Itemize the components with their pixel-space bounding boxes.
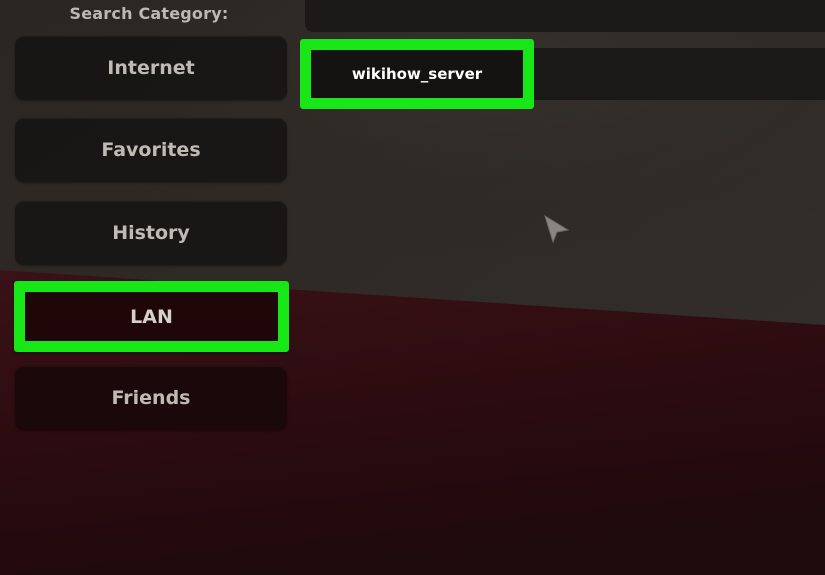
category-lan-button[interactable]: LAN	[14, 281, 289, 352]
category-internet-button[interactable]: Internet	[15, 36, 287, 100]
category-friends-button[interactable]: Friends	[15, 366, 287, 430]
mouse-cursor-icon	[544, 214, 570, 244]
server-list-header	[305, 0, 825, 32]
search-category-heading: Search Category:	[69, 4, 229, 23]
category-history-button[interactable]: History	[15, 201, 287, 265]
category-favorites-button[interactable]: Favorites	[15, 118, 287, 182]
server-list-item[interactable]: wikihow_server	[300, 39, 534, 109]
